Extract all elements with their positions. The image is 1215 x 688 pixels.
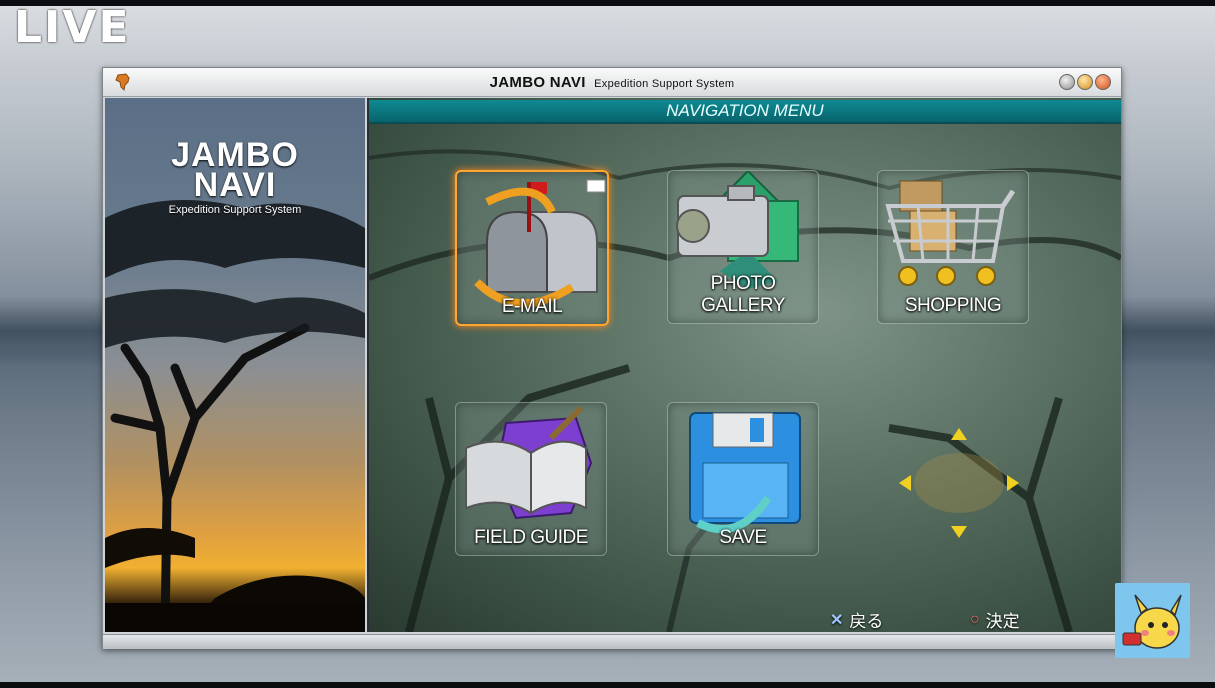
menu-item-email-label: E-MAIL: [501, 296, 563, 317]
window-title-sub: Expedition Support System: [594, 78, 735, 90]
close-button[interactable]: [1095, 74, 1111, 90]
menu-item-photo-gallery-label: PHOTO GALLERY: [701, 273, 785, 316]
brand-panel: JAMBO NAVI Expedition Support System: [105, 98, 365, 632]
streamer-avatar: [1115, 583, 1190, 658]
menu-item-photo-gallery[interactable]: PHOTO GALLERY: [667, 170, 819, 324]
confirm-hint-label: 決定: [985, 612, 1020, 631]
menu-item-save[interactable]: SAVE: [667, 402, 819, 556]
minimize-button[interactable]: [1059, 74, 1075, 90]
navigation-menu-header: NAVIGATION MENU: [369, 100, 1121, 124]
window-status-bar: [103, 634, 1121, 649]
app-window: JAMBO NAVI Expedition Support System JAM…: [102, 67, 1122, 649]
confirm-hint: ○ 決定: [970, 607, 1020, 632]
cross-button-icon: ✕: [830, 611, 844, 629]
window-controls: [1059, 74, 1111, 90]
menu-item-shopping-label: SHOPPING: [904, 295, 1002, 316]
dpad-indicator: [899, 428, 1019, 538]
title-bar: JAMBO NAVI Expedition Support System: [103, 68, 1121, 97]
navigation-panel: NAVIGATION MENU E-MAIL PHOTO GALLERY SHO…: [367, 98, 1121, 632]
circle-button-icon: ○: [970, 610, 980, 628]
maximize-button[interactable]: [1077, 74, 1093, 90]
brand-tagline: Expedition Support System: [168, 204, 302, 216]
menu-item-email[interactable]: E-MAIL: [455, 170, 609, 326]
menu-item-save-label: SAVE: [719, 527, 767, 548]
brand-logo: JAMBO NAVI Expedition Support System: [105, 138, 365, 216]
live-badge: LIVE: [14, 2, 131, 53]
back-hint: ✕ 戻る: [830, 607, 883, 632]
window-title: JAMBO NAVI Expedition Support System: [103, 74, 1121, 91]
window-title-main: JAMBO NAVI: [489, 74, 586, 91]
brand-title-line2: NAVI: [193, 166, 277, 204]
menu-item-shopping[interactable]: SHOPPING: [877, 170, 1029, 324]
back-hint-label: 戻る: [849, 612, 884, 631]
menu-item-field-guide[interactable]: FIELD GUIDE: [455, 402, 607, 556]
menu-item-field-guide-label: FIELD GUIDE: [474, 527, 588, 548]
mascot-icon: [1115, 583, 1190, 658]
